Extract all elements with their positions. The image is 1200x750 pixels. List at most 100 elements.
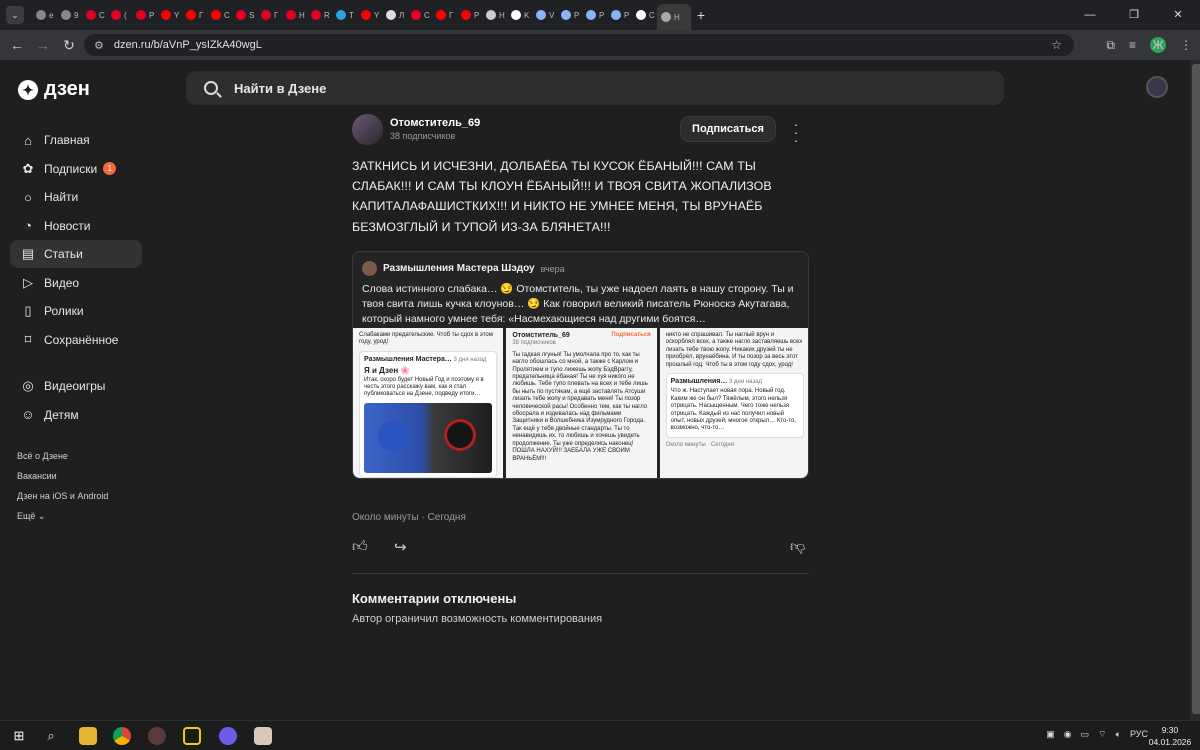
browser-tab[interactable]: K: [507, 4, 532, 26]
sidebar-footer-link[interactable]: Ещё ⌄: [17, 506, 108, 526]
tab-label: Y: [174, 10, 180, 20]
quoted-image-1[interactable]: Слабаками предательские. Чтоб ты сдох в …: [353, 328, 504, 478]
extensions-icon[interactable]: ⧉: [1106, 38, 1115, 53]
browser-tab[interactable]: Y: [157, 4, 182, 26]
sidebar-item[interactable]: ⌂ Главная: [10, 126, 142, 154]
image2-subs: 38 подписчиков: [512, 340, 556, 347]
minimize-icon[interactable]: —: [1068, 0, 1112, 30]
tray-app-icon[interactable]: ▣: [1046, 729, 1055, 740]
tab-favicon-icon: [661, 12, 671, 22]
sidebar-item[interactable]: ○ Найти: [10, 183, 142, 211]
volume-icon[interactable]: 🔈︎: [1116, 729, 1121, 740]
dzen-logo[interactable]: ✦ дзен: [18, 78, 90, 101]
tab-search-icon[interactable]: ⌄: [6, 6, 24, 24]
window-controls: — ❐ ✕: [1068, 0, 1200, 30]
app-icon-4[interactable]: [254, 727, 272, 745]
browser-tab[interactable]: P: [582, 4, 607, 26]
scrollbar-thumb[interactable]: [1192, 64, 1200, 714]
network-icon[interactable]: ▭: [1081, 729, 1090, 740]
browser-tab[interactable]: V: [532, 4, 557, 26]
tab-favicon-icon: [611, 10, 621, 20]
subscribe-button[interactable]: Подписаться: [680, 116, 776, 142]
image2-author: Отомститель_69: [512, 332, 570, 339]
browser-tab[interactable]: Г: [182, 4, 207, 26]
language-indicator[interactable]: РУС: [1130, 729, 1148, 740]
restore-icon[interactable]: ❐: [1112, 0, 1156, 30]
wifi-icon[interactable]: ⌔: [1098, 729, 1106, 740]
quoted-post[interactable]: Размышления Мастера Шэдоу вчера Слова ис…: [352, 251, 809, 479]
more-options-icon[interactable]: · · ·: [790, 117, 802, 147]
address-bar[interactable]: ⚙ dzen.ru/b/aVnP_ysIZkA40wgL ☆: [84, 34, 1074, 56]
share-icon[interactable]: ↪: [394, 538, 407, 556]
browser-tab[interactable]: P: [132, 4, 157, 26]
browser-tab[interactable]: P: [607, 4, 632, 26]
browser-tab[interactable]: P: [557, 4, 582, 26]
browser-tab[interactable]: Г: [257, 4, 282, 26]
windows-start-icon[interactable]: ⊞: [10, 727, 28, 745]
dzen-logo-text: дзен: [44, 78, 90, 100]
tab-favicon-icon: [636, 10, 646, 20]
browser-tab[interactable]: C: [632, 4, 657, 26]
reload-icon[interactable]: ↻: [56, 37, 82, 54]
browser-tab[interactable]: Y: [357, 4, 382, 26]
profile-avatar[interactable]: Ж: [1150, 37, 1166, 53]
browser-tab[interactable]: (: [107, 4, 132, 26]
tab-favicon-icon: [86, 10, 96, 20]
taskbar-clock[interactable]: 9:30 04.01.2026: [1148, 724, 1192, 748]
author-avatar[interactable]: [352, 114, 383, 145]
sidebar-footer-link[interactable]: Всё о Дзене: [17, 446, 108, 466]
sidebar-item[interactable]: ▯ Ролики: [10, 297, 142, 325]
sidebar-item[interactable]: ◎ Видеоигры: [10, 372, 142, 400]
taskbar-search-icon[interactable]: ⌕: [42, 727, 60, 745]
browser-tab[interactable]: S: [232, 4, 257, 26]
page-scrollbar[interactable]: [1190, 60, 1200, 720]
search-input[interactable]: Найти в Дзене: [186, 71, 1004, 105]
dislike-icon[interactable]: 👎︎: [790, 538, 805, 556]
menu-icon[interactable]: ⋮: [1180, 38, 1192, 52]
sidebar-item[interactable]: ◔ Новости: [10, 212, 142, 240]
sidebar-footer-link[interactable]: Дзен на iOS и Android: [17, 486, 108, 506]
file-explorer-icon[interactable]: [79, 727, 97, 745]
comments-note: Автор ограничил возможность комментирова…: [352, 613, 603, 625]
browser-tab[interactable]: T: [332, 4, 357, 26]
sidebar-item[interactable]: ✿ Подписки 1: [10, 155, 142, 183]
site-info-icon[interactable]: ⚙: [94, 39, 104, 52]
like-icon[interactable]: 👍︎: [352, 538, 368, 556]
sidebar-item[interactable]: ☺ Детям: [10, 401, 142, 429]
new-tab-button[interactable]: +: [691, 7, 711, 23]
browser-tab[interactable]: P: [457, 4, 482, 26]
quoted-image-3[interactable]: никто не спрашивал. Ты наглый врун и оск…: [659, 328, 808, 478]
tab-label: P: [599, 10, 605, 20]
browser-tab[interactable]: C: [207, 4, 232, 26]
browser-tab[interactable]: Г: [432, 4, 457, 26]
browser-tab[interactable]: C: [407, 4, 432, 26]
image1-illustration: [364, 402, 493, 473]
back-icon[interactable]: ←: [4, 37, 30, 53]
forward-icon[interactable]: →: [30, 37, 56, 53]
browser-tab[interactable]: H: [282, 4, 307, 26]
sidebar-item[interactable]: ⌑ Сохранённое: [10, 326, 142, 354]
app-icon-3[interactable]: [219, 727, 237, 745]
browser-tab[interactable]: 9: [57, 4, 82, 26]
sidebar-footer-link[interactable]: Вакансии: [17, 466, 108, 486]
app-icon-1[interactable]: [148, 727, 166, 745]
chrome-icon[interactable]: [113, 727, 131, 745]
tab-label: S: [249, 10, 255, 20]
browser-tab[interactable]: R: [307, 4, 332, 26]
media-icon[interactable]: ≡: [1129, 38, 1136, 52]
browser-tab[interactable]: Л: [382, 4, 407, 26]
browser-tab[interactable]: H: [657, 4, 691, 30]
browser-tab[interactable]: H: [482, 4, 507, 26]
browser-tab[interactable]: e: [32, 4, 57, 26]
close-icon[interactable]: ✕: [1156, 0, 1200, 30]
tab-favicon-icon: [386, 10, 396, 20]
author-name[interactable]: Отомститель_69: [390, 117, 480, 129]
quoted-image-2[interactable]: Отомститель_69 Подписаться 38 подписчико…: [506, 328, 657, 478]
browser-tab[interactable]: C: [82, 4, 107, 26]
sidebar-item[interactable]: ▤ Статьи: [10, 240, 142, 268]
user-avatar[interactable]: [1146, 76, 1168, 98]
app-icon-2[interactable]: [183, 727, 201, 745]
discord-icon[interactable]: ◉: [1064, 729, 1072, 740]
bookmark-star-icon[interactable]: ☆: [1051, 38, 1062, 52]
sidebar-item[interactable]: ▷ Видео: [10, 269, 142, 297]
